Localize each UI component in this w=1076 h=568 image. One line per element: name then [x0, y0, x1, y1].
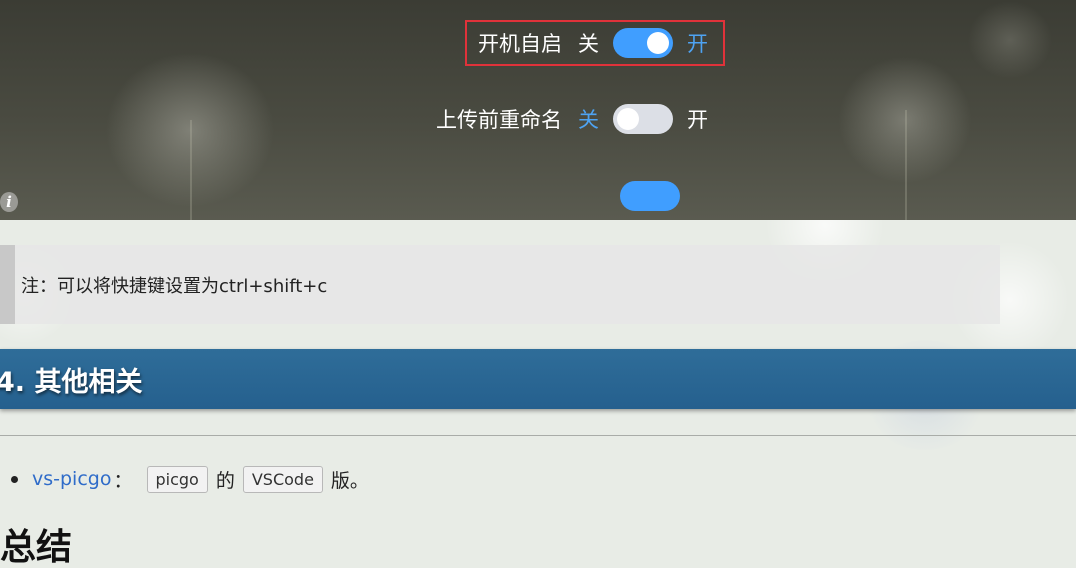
highlight-box [465, 20, 725, 66]
list-sep: ： [113, 469, 133, 492]
setting-row-rename: 上传前重命名 关 开 [436, 103, 708, 135]
bullet-icon [11, 475, 18, 483]
list-end-text: 版。 [330, 469, 369, 492]
list-mid-text: 的 [215, 469, 235, 492]
code-vscode: VSCode [242, 465, 323, 493]
next-heading: 总结 [0, 527, 73, 568]
partial-toggle [620, 181, 680, 211]
code-picgo: picgo [146, 465, 208, 493]
rename-off-text: 关 [578, 108, 599, 132]
rename-toggle[interactable] [613, 104, 673, 134]
toggle-knob [617, 108, 639, 130]
settings-screenshot: 开机自启 关 开 上传前重命名 关 开 i [0, 0, 1076, 220]
vs-picgo-link[interactable]: vs-picgo [32, 468, 111, 490]
rename-label: 上传前重命名 [436, 108, 562, 132]
note-blockquote: 注：可以将快捷键设置为ctrl+shift+c [0, 245, 1000, 324]
related-list: vs-picgo ： picgo 的 VSCode 版。 [0, 462, 369, 496]
section-heading: 4. 其他相关 [0, 349, 1076, 409]
info-icon[interactable]: i [0, 192, 18, 212]
section-heading-text: 4. 其他相关 [0, 366, 143, 398]
rename-on-text: 开 [687, 108, 708, 132]
note-text: 注：可以将快捷键设置为ctrl+shift+c [21, 275, 328, 297]
list-item: vs-picgo ： picgo 的 VSCode 版。 [0, 462, 369, 496]
divider [0, 435, 1076, 436]
